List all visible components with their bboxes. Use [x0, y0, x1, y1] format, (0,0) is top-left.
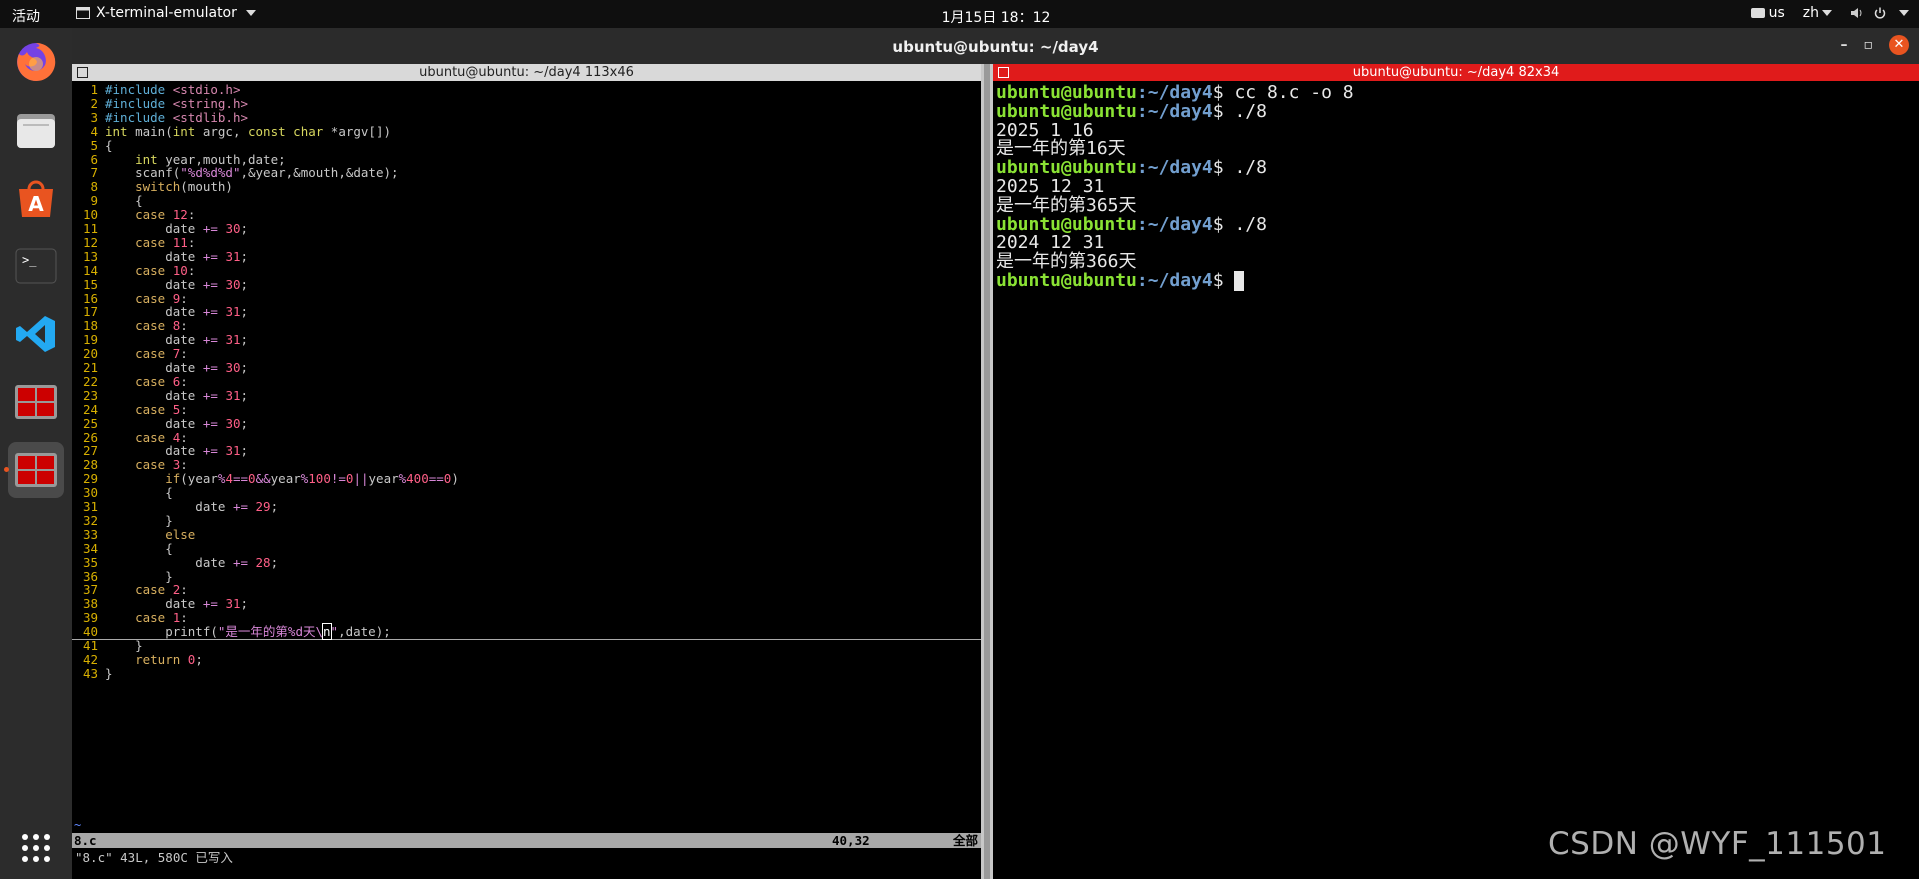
window-title: ubuntu@ubuntu: ~/day4: [892, 38, 1099, 56]
pane-grid-icon[interactable]: [998, 67, 1009, 78]
input-method-label: us: [1768, 5, 1785, 21]
chevron-down-icon: [1822, 10, 1832, 16]
command-text: ./8: [1234, 213, 1267, 235]
prompt-path: :~/day4: [1136, 213, 1213, 235]
dock-vscode[interactable]: [8, 306, 64, 362]
chevron-down-icon: [1899, 10, 1909, 16]
code-line[interactable]: 43}: [72, 665, 981, 682]
command-text: ./8: [1234, 100, 1267, 122]
watermark: CSDN @WYF_111501: [1548, 826, 1887, 862]
prompt-user: ubuntu@ubuntu: [996, 270, 1137, 291]
scrollbar[interactable]: [984, 64, 990, 879]
left-pane-title-bar[interactable]: ubuntu@ubuntu: ~/day4 113x46: [72, 64, 981, 81]
clock[interactable]: 1月15日 18：12: [0, 7, 1919, 27]
window-title-bar[interactable]: ubuntu@ubuntu: ~/day4 – ▫ ✕: [72, 28, 1919, 64]
vim-status-line: 8.c 40,32 全部: [72, 833, 981, 848]
running-indicator: [4, 467, 9, 472]
folder-icon: [17, 114, 55, 148]
language-label: zh: [1802, 5, 1819, 21]
left-pane-title: ubuntu@ubuntu: ~/day4 113x46: [419, 65, 634, 80]
prompt-symbol: $: [1212, 100, 1235, 122]
code-token: }: [105, 665, 113, 681]
command-text: ./8: [1234, 157, 1267, 179]
empty-line-marker: ~: [74, 818, 82, 832]
terminator-icon: [15, 453, 57, 487]
terminal-pane[interactable]: ubuntu@ubuntu:~/day4$ cc 8.c -o 8 ubuntu@…: [993, 81, 1919, 879]
language-indicator[interactable]: zh: [1803, 5, 1832, 21]
status-menu[interactable]: [1850, 7, 1909, 19]
dock-firefox[interactable]: [8, 34, 64, 90]
minimize-button[interactable]: –: [1841, 37, 1848, 53]
dock-files[interactable]: [8, 102, 64, 158]
system-tray[interactable]: us zh: [1750, 5, 1909, 21]
right-pane-title: ubuntu@ubuntu: ~/day4 82x34: [1352, 65, 1560, 80]
maximize-button[interactable]: ▫: [1864, 37, 1874, 53]
svg-text:A: A: [28, 192, 44, 216]
svg-text:>_: >_: [22, 253, 37, 267]
close-button[interactable]: ✕: [1889, 35, 1909, 55]
pane-splitter[interactable]: [981, 64, 993, 879]
prompt-symbol: $: [1212, 270, 1235, 291]
status-scroll-percent: 全部: [952, 833, 978, 848]
show-applications-button[interactable]: [8, 820, 64, 876]
app-center-icon: A: [19, 180, 53, 217]
prompt-line: ubuntu@ubuntu:~/day4$: [996, 269, 1245, 292]
status-cursor-position: 40,32: [832, 833, 870, 848]
terminal-cursor: [1234, 271, 1245, 291]
prompt-path: :~/day4: [1136, 100, 1213, 122]
prompt-symbol: $: [1212, 157, 1235, 179]
dock-app-center[interactable]: A: [8, 170, 64, 226]
dock: A >_: [0, 28, 72, 879]
dock-terminal[interactable]: >_: [8, 238, 64, 294]
power-icon: [1874, 7, 1886, 19]
window-controls: – ▫ ✕: [1841, 35, 1909, 55]
vim-message-line: "8.c" 43L, 580C 已写入: [75, 850, 233, 865]
vim-editor[interactable]: 1 #include <stdio.h> 2 #include <string.h> 3…: [72, 81, 981, 879]
speaker-icon: [1851, 8, 1862, 18]
vscode-icon: [16, 316, 55, 352]
pane-grid-icon[interactable]: [77, 67, 88, 78]
prompt-path: :~/day4: [1136, 270, 1213, 291]
prompt-path: :~/day4: [1136, 157, 1213, 179]
status-filename: 8.c: [74, 833, 97, 848]
right-pane-title-bar[interactable]: ubuntu@ubuntu: ~/day4 82x34: [993, 64, 1919, 81]
firefox-icon: [17, 42, 56, 81]
line-number: 43: [82, 665, 98, 681]
keyboard-icon: [1750, 8, 1765, 18]
keyboard-indicator[interactable]: us: [1750, 5, 1785, 21]
top-bar: 活动 X-terminal-emulator 1月15日 18：12 us zh: [0, 0, 1919, 28]
dock-terminator[interactable]: [8, 374, 64, 430]
terminal-icon: >_: [15, 248, 57, 284]
terminator-icon: [15, 385, 57, 419]
dock-terminator-active[interactable]: [4, 442, 64, 498]
app-grid-icon: [22, 834, 50, 862]
prompt-symbol: $: [1212, 213, 1235, 235]
